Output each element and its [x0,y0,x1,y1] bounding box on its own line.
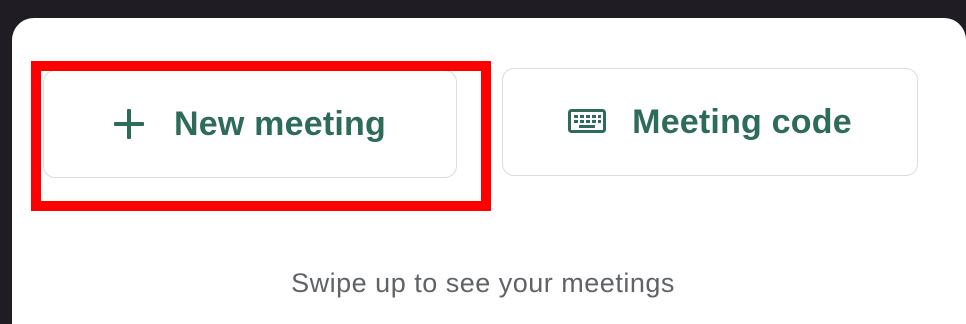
meeting-code-label: Meeting code [632,102,852,141]
meeting-code-button[interactable]: Meeting code [502,68,918,176]
plus-icon [114,109,145,139]
swipe-hint: Swipe up to see your meetings [291,268,675,298]
new-meeting-label: New meeting [174,104,386,143]
new-meeting-button[interactable]: New meeting [43,70,457,178]
keyboard-icon [568,103,607,142]
